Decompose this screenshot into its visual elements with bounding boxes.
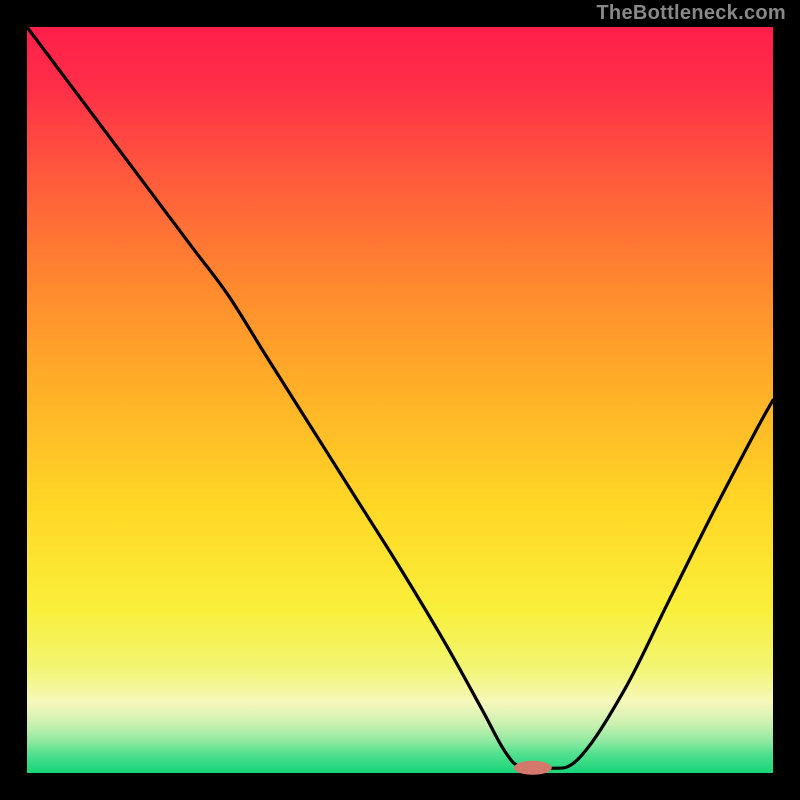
chart-stage: TheBottleneck.com xyxy=(0,0,800,800)
optimal-marker xyxy=(514,761,552,775)
watermark-label: TheBottleneck.com xyxy=(596,2,786,25)
bottleneck-chart xyxy=(0,0,800,800)
plot-area xyxy=(27,27,773,773)
